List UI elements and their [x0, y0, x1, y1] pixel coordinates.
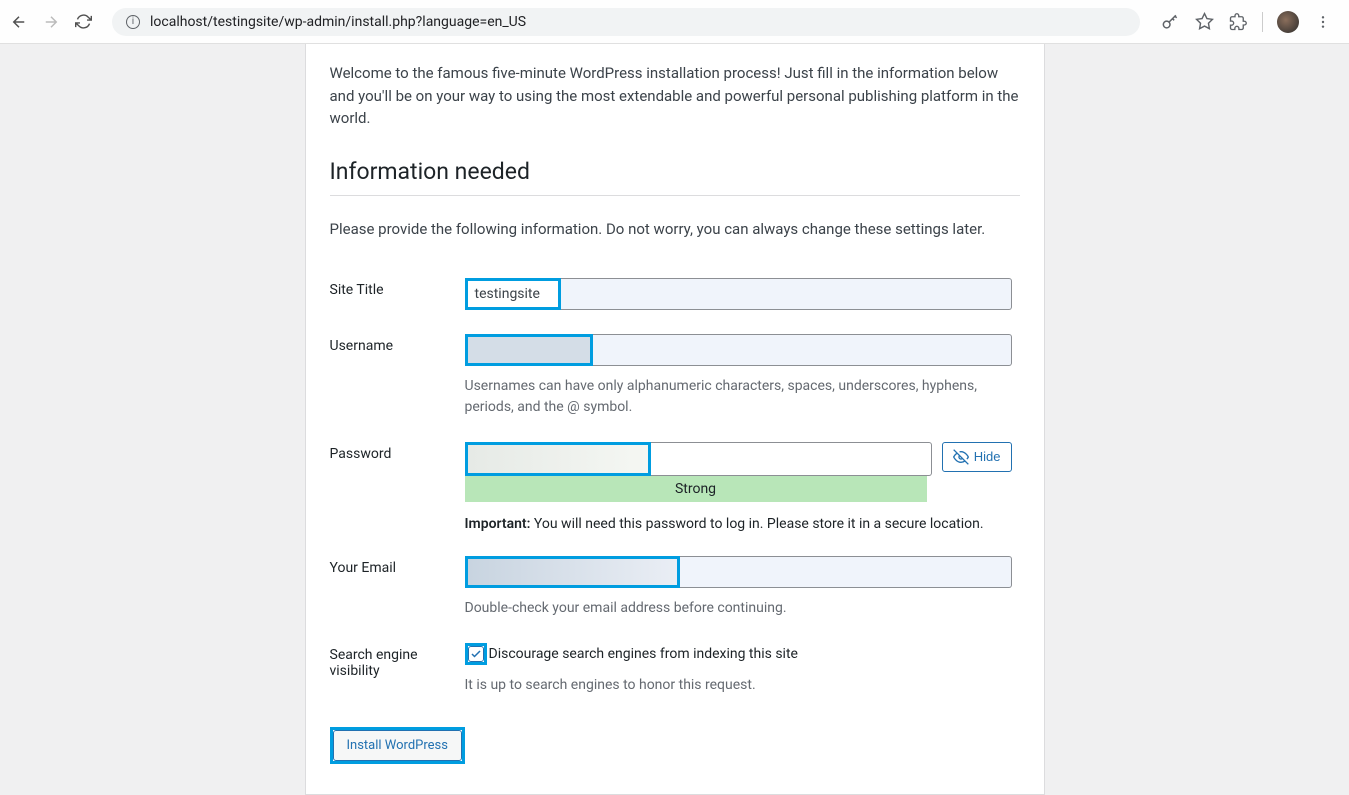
forward-button[interactable] [42, 13, 60, 31]
browser-right-actions [1160, 11, 1333, 33]
url-text: localhost/testingsite/wp-admin/install.p… [150, 14, 526, 30]
hide-password-button[interactable]: Hide [942, 442, 1012, 472]
site-title-input[interactable]: testingsite [465, 278, 1012, 310]
install-wordpress-button[interactable]: Install WordPress [333, 730, 462, 761]
sev-checkbox[interactable] [468, 646, 484, 662]
username-label: Username [330, 322, 465, 430]
back-button[interactable] [10, 13, 28, 31]
check-icon [470, 648, 482, 660]
section-subnote: Please provide the following information… [330, 220, 1020, 238]
bookmark-star-icon[interactable] [1194, 12, 1214, 32]
site-title-value: testingsite [465, 278, 561, 310]
email-hint: Double-check your email address before c… [465, 598, 1012, 619]
extensions-icon[interactable] [1228, 12, 1248, 32]
password-key-icon[interactable] [1160, 12, 1180, 32]
menu-icon[interactable] [1313, 12, 1333, 32]
section-heading: Information needed [330, 158, 1020, 196]
site-info-icon[interactable]: i [126, 15, 140, 29]
sev-checkbox-label[interactable]: Discourage search engines from indexing … [489, 643, 798, 662]
password-important-note: Important: You will need this password t… [465, 516, 1020, 532]
reload-button[interactable] [74, 13, 92, 31]
username-input[interactable] [465, 334, 1012, 366]
site-title-label: Site Title [330, 266, 465, 322]
install-button-highlight: Install WordPress [330, 727, 465, 764]
email-label: Your Email [330, 544, 465, 631]
sev-checkbox-highlight [465, 643, 487, 665]
sev-note: It is up to search engines to honor this… [465, 677, 1020, 693]
password-label: Password [330, 430, 465, 544]
profile-avatar[interactable] [1277, 11, 1299, 33]
welcome-text: Welcome to the famous five-minute WordPr… [330, 62, 1020, 130]
email-input[interactable] [465, 556, 1012, 588]
browser-toolbar: i localhost/testingsite/wp-admin/install… [0, 0, 1349, 44]
password-input[interactable] [465, 442, 932, 476]
password-strength-meter: Strong [465, 476, 927, 502]
eye-slash-icon [953, 449, 969, 465]
install-form: Site Title testingsite Username Username… [330, 266, 1020, 705]
sev-label: Search engine visibility [330, 631, 465, 705]
username-hint: Usernames can have only alphanumeric cha… [465, 376, 1012, 418]
divider [1262, 12, 1263, 32]
address-bar[interactable]: i localhost/testingsite/wp-admin/install… [112, 8, 1140, 36]
